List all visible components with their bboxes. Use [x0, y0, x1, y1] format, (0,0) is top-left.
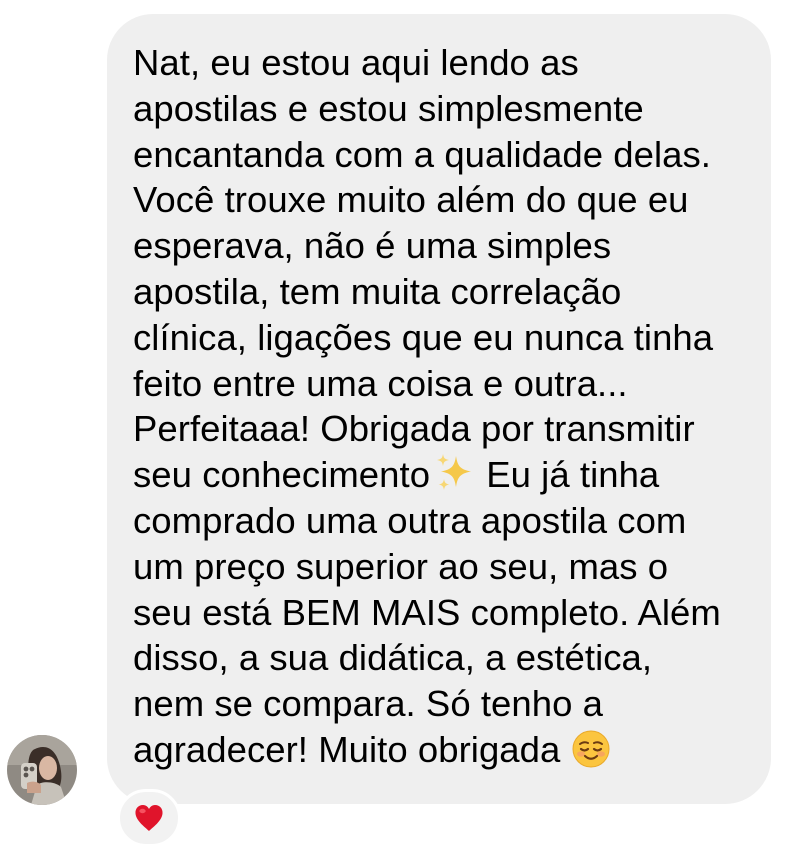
sparkles-icon [434, 453, 474, 493]
message-line: nem se compara. Só tenho a [133, 683, 603, 725]
message-line: clínica, ligações que eu nunca tinha [133, 316, 714, 358]
received-message-bubble[interactable]: Nat, eu estou aqui lendo as apostilas e … [107, 14, 771, 804]
message-line: disso, a sua didática, a estética, [133, 637, 653, 679]
message-fragment: seu conhecimento [133, 454, 431, 496]
message-line: esperava, não é uma simples [133, 225, 612, 267]
message-line: Perfeitaaa! Obrigada por transmitir [133, 408, 695, 450]
message-line: apostilas e estou simplesmente [133, 87, 644, 129]
message-line: agradecer! Muito obrigada [133, 727, 751, 773]
heart-reaction[interactable] [117, 789, 181, 847]
sender-avatar[interactable] [7, 735, 77, 805]
message-fragment: agradecer! Muito obrigada [133, 728, 561, 770]
message-text: Nat, eu estou aqui lendo as apostilas e … [133, 40, 751, 773]
message-line: seu conhecimento Eu já tinha [133, 452, 751, 498]
message-line: encantanda com a qualidade delas. [133, 133, 711, 175]
message-line: comprado uma outra apostila com [133, 499, 687, 541]
message-line: apostila, tem muita correlação [133, 270, 622, 312]
message-fragment: Eu já tinha [486, 454, 660, 496]
message-line: um preço superior ao seu, mas o [133, 545, 669, 587]
message-line: feito entre uma coisa e outra... [133, 362, 628, 404]
message-line: Você trouxe muito além do que eu [133, 179, 689, 221]
message-line: seu está BEM MAIS completo. Além [133, 591, 721, 633]
red-heart-icon [134, 804, 164, 832]
message-line: Nat, eu estou aqui lendo as [133, 42, 579, 83]
smiling-face-icon [572, 730, 610, 768]
chat-screen: Nat, eu estou aqui lendo as apostilas e … [0, 0, 792, 849]
